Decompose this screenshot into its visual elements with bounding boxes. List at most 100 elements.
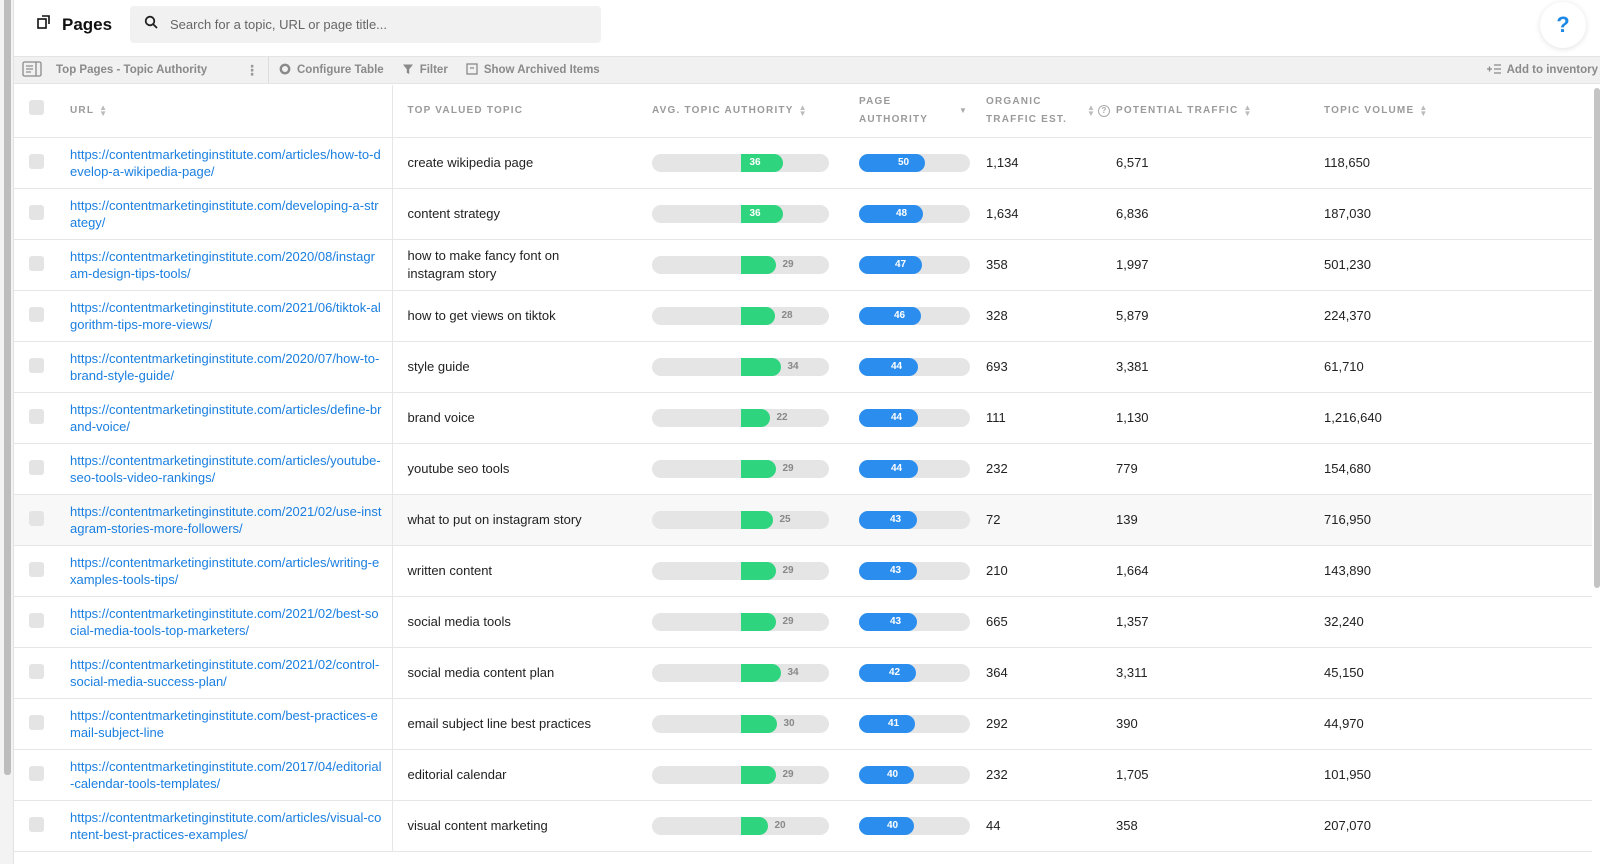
sort-icon[interactable]: ▲ ▼ — [1419, 103, 1428, 117]
show-archived-button[interactable]: Show Archived Items — [466, 62, 600, 78]
row-checkbox[interactable] — [29, 255, 44, 271]
row-select-cell — [14, 392, 56, 444]
page-url-link[interactable]: https://contentmarketinginstitute.com/ar… — [70, 809, 382, 843]
table-row[interactable]: https://contentmarketinginstitute.com/20… — [14, 494, 1592, 546]
table-row[interactable]: https://contentmarketinginstitute.com/be… — [14, 698, 1592, 750]
table-row[interactable]: https://contentmarketinginstitute.com/ar… — [14, 392, 1592, 444]
page-authority-value: 43 — [890, 564, 902, 576]
page-url-link[interactable]: https://contentmarketinginstitute.com/20… — [70, 503, 382, 537]
page-authority-bar-track: 43 — [859, 510, 970, 529]
page-url-link[interactable]: https://contentmarketinginstitute.com/ar… — [70, 554, 382, 588]
sort-desc-icon[interactable]: ▼ — [959, 106, 968, 114]
page-url-link[interactable]: https://contentmarketinginstitute.com/ar… — [70, 146, 382, 180]
page-authority-bar-fill — [859, 459, 918, 478]
table-row[interactable]: https://contentmarketinginstitute.com/de… — [14, 188, 1592, 240]
topic-cell: visual content marketing — [392, 800, 637, 852]
row-checkbox[interactable] — [29, 306, 44, 322]
row-select-cell — [14, 341, 56, 393]
left-scrollbar[interactable] — [0, 0, 14, 864]
topic-cell: written content — [392, 545, 637, 597]
topic-authority-bar-fill — [740, 561, 776, 580]
help-circle-icon[interactable]: ? — [1098, 104, 1110, 117]
page-url-link[interactable]: https://contentmarketinginstitute.com/de… — [70, 197, 382, 231]
select-all-checkbox[interactable] — [29, 99, 44, 115]
table-row[interactable]: https://contentmarketinginstitute.com/ar… — [14, 800, 1592, 852]
table-row[interactable]: https://contentmarketinginstitute.com/ar… — [14, 137, 1592, 189]
sort-icon[interactable]: ▲ ▼ — [1087, 103, 1096, 117]
organic-traffic-est-cell: 358 — [986, 239, 1116, 291]
configure-table-button[interactable]: Configure Table — [279, 63, 384, 78]
page-url-link[interactable]: https://contentmarketinginstitute.com/20… — [70, 350, 382, 384]
page-authority-cell: 50 — [844, 137, 986, 189]
more-options-icon[interactable]: ⋮ — [244, 62, 260, 79]
page-url-link[interactable]: https://contentmarketinginstitute.com/20… — [70, 248, 382, 282]
header-potential-traffic[interactable]: ? Potential Traffic ▲ ▼ — [1098, 85, 1324, 138]
page-url-link[interactable]: https://contentmarketinginstitute.com/20… — [70, 605, 382, 639]
header-organic-traffic-est[interactable]: Organic Traffic Est. ▲ ▼ — [986, 85, 1116, 138]
left-scrollbar-thumb[interactable] — [4, 0, 11, 775]
row-checkbox[interactable] — [29, 357, 44, 373]
topic-authority-value: 28 — [781, 309, 793, 321]
page-authority-bar-track: 44 — [859, 459, 970, 478]
help-button[interactable]: ? — [1540, 2, 1586, 48]
configure-table-label: Configure Table — [297, 64, 384, 76]
page-url-link[interactable]: https://contentmarketinginstitute.com/20… — [70, 299, 382, 333]
table-row[interactable]: https://contentmarketinginstitute.com/ar… — [14, 443, 1592, 495]
page-url-link[interactable]: https://contentmarketinginstitute.com/20… — [70, 758, 382, 792]
top-valued-topic: brand voice — [407, 409, 475, 425]
row-checkbox[interactable] — [29, 663, 44, 679]
avg-topic-authority-cell: 30 — [637, 698, 844, 750]
row-checkbox[interactable] — [29, 204, 44, 220]
row-checkbox[interactable] — [29, 612, 44, 628]
topic-authority-bar-track: 29 — [652, 561, 829, 580]
header-avg-topic-authority[interactable]: Avg. Topic Authority ▲ ▼ — [637, 85, 844, 138]
add-to-inventory-label: Add to inventory — [1506, 64, 1598, 76]
page-authority-cell: 43 — [844, 494, 986, 546]
table-row[interactable]: https://contentmarketinginstitute.com/20… — [14, 290, 1592, 342]
topic-cell: what to put on instagram story — [392, 494, 637, 546]
topic-authority-bar-fill — [740, 459, 776, 478]
row-checkbox[interactable] — [29, 816, 44, 832]
page-url-link[interactable]: https://contentmarketinginstitute.com/ar… — [70, 401, 382, 435]
header-page-authority[interactable]: Page Authority ▼ — [844, 85, 986, 138]
topic-cell: editorial calendar — [392, 749, 637, 801]
table-row[interactable]: https://contentmarketinginstitute.com/20… — [14, 341, 1592, 393]
search-input[interactable] — [170, 17, 570, 32]
row-checkbox[interactable] — [29, 510, 44, 526]
right-scrollbar-thumb[interactable] — [1594, 88, 1600, 588]
view-selector[interactable]: Top Pages - Topic Authority ⋮ — [14, 57, 269, 83]
row-select-cell — [14, 545, 56, 597]
page-url-link[interactable]: https://contentmarketinginstitute.com/be… — [70, 707, 382, 741]
table-row[interactable]: https://contentmarketinginstitute.com/20… — [14, 596, 1592, 648]
row-checkbox[interactable] — [29, 714, 44, 730]
organic-traffic-est-cell: 72 — [986, 494, 1116, 546]
table-row[interactable]: https://contentmarketinginstitute.com/20… — [14, 647, 1592, 699]
search-box[interactable] — [130, 6, 601, 43]
row-checkbox[interactable] — [29, 153, 44, 169]
row-checkbox[interactable] — [29, 561, 44, 577]
page-authority-cell: 44 — [844, 341, 986, 393]
header-url[interactable]: URL ▲ ▼ — [56, 85, 393, 138]
page-authority-value: 44 — [891, 360, 903, 372]
page-url-link[interactable]: https://contentmarketinginstitute.com/ar… — [70, 452, 382, 486]
row-checkbox[interactable] — [29, 459, 44, 475]
page-authority-bar-track: 47 — [859, 255, 970, 274]
sort-icon[interactable]: ▲ ▼ — [1243, 103, 1252, 117]
table-row[interactable]: https://contentmarketinginstitute.com/20… — [14, 749, 1592, 801]
sort-icon[interactable]: ▲ ▼ — [799, 103, 808, 117]
page-url-link[interactable]: https://contentmarketinginstitute.com/20… — [70, 656, 382, 690]
sort-icon[interactable]: ▲ ▼ — [99, 103, 108, 117]
row-checkbox[interactable] — [29, 765, 44, 781]
table-row[interactable]: https://contentmarketinginstitute.com/ar… — [14, 545, 1592, 597]
header-topic-volume[interactable]: Topic Volume ▲ ▼ — [1324, 85, 1592, 138]
topic-authority-bar-fill — [740, 816, 768, 835]
add-to-inventory-button[interactable]: Add to inventory — [1486, 63, 1598, 78]
top-valued-topic: what to put on instagram story — [407, 511, 582, 527]
page-authority-cell: 41 — [844, 698, 986, 750]
page-title-text: Pages — [62, 14, 113, 34]
table-row[interactable]: https://contentmarketinginstitute.com/20… — [14, 239, 1592, 291]
filter-button[interactable]: Filter — [402, 63, 448, 78]
topic-authority-bar-track: 36 — [652, 153, 829, 172]
row-checkbox[interactable] — [29, 408, 44, 424]
url-cell: https://contentmarketinginstitute.com/ar… — [56, 800, 393, 852]
